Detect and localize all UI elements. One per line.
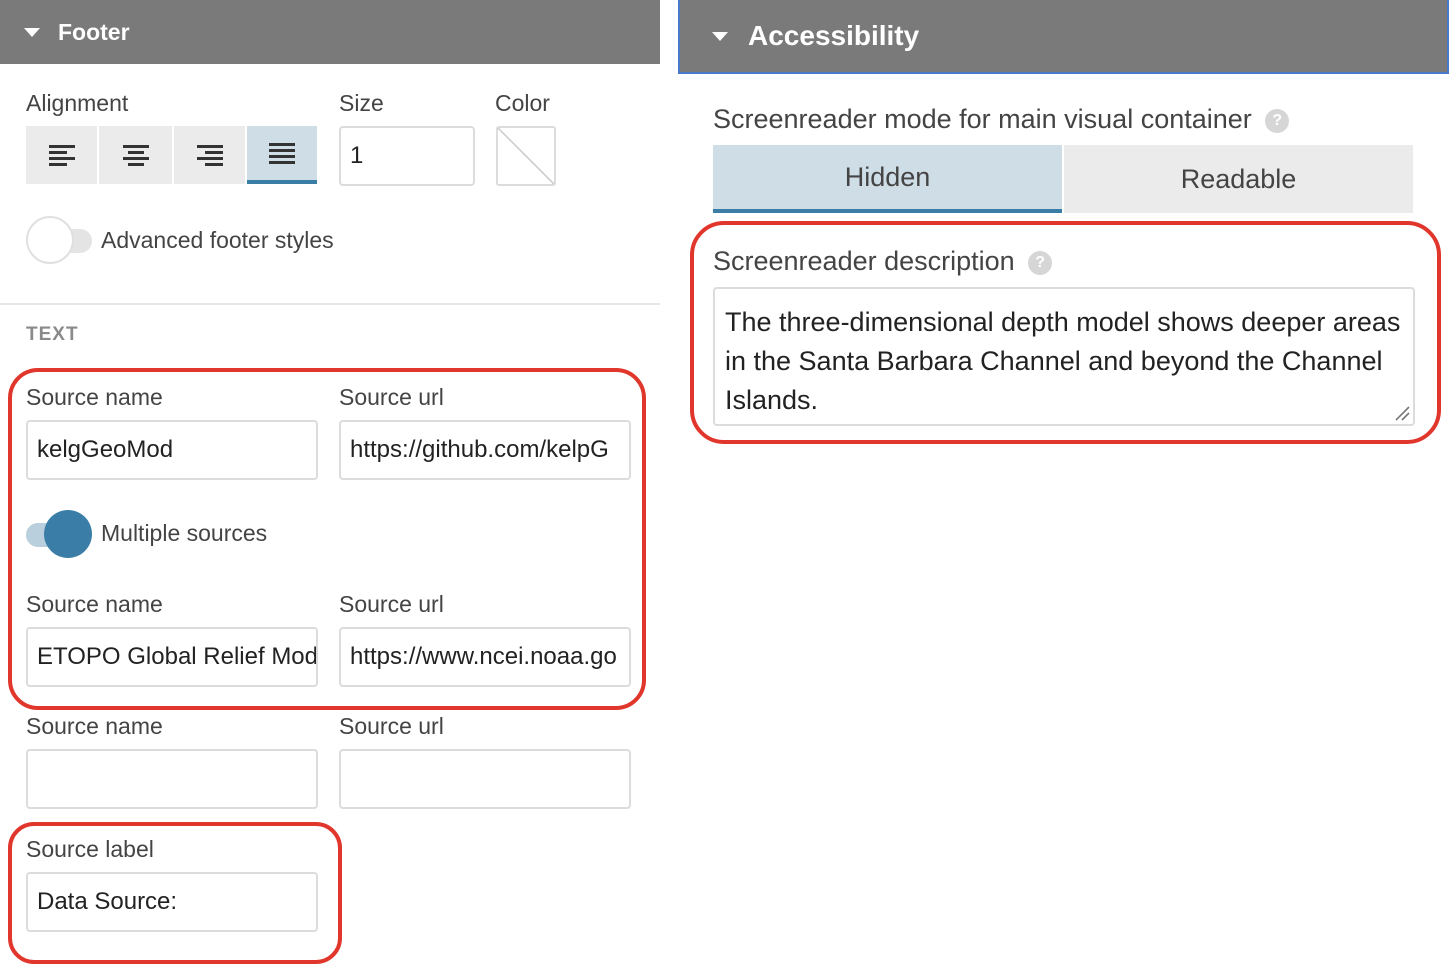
align-right-button[interactable] bbox=[174, 126, 245, 184]
screenreader-mode-toggle: Hidden Readable bbox=[713, 145, 1413, 213]
color-swatch[interactable] bbox=[496, 126, 556, 186]
alignment-button-group bbox=[26, 126, 317, 184]
advanced-footer-label: Advanced footer styles bbox=[101, 227, 334, 253]
mode-option-readable[interactable]: Readable bbox=[1064, 145, 1413, 213]
size-label: Size bbox=[339, 90, 384, 116]
mode-option-hidden[interactable]: Hidden bbox=[713, 145, 1062, 213]
align-center-icon bbox=[122, 144, 149, 166]
highlight-box-source-label bbox=[8, 822, 342, 964]
screenreader-mode-text: Screenreader mode for main visual contai… bbox=[713, 104, 1252, 134]
collapse-caret-icon bbox=[24, 27, 40, 37]
source-url-label: Source url bbox=[339, 713, 444, 739]
source-name-label: Source name bbox=[26, 713, 163, 739]
align-justify-button[interactable] bbox=[247, 126, 317, 184]
color-label: Color bbox=[495, 90, 550, 116]
footer-panel-title: Footer bbox=[58, 18, 130, 45]
footer-panel-header[interactable]: Footer bbox=[0, 0, 660, 64]
toggle-knob bbox=[26, 216, 74, 264]
section-divider bbox=[0, 303, 660, 305]
advanced-footer-toggle[interactable] bbox=[26, 216, 94, 266]
size-input[interactable]: 1 bbox=[339, 126, 475, 186]
alignment-label: Alignment bbox=[26, 90, 129, 116]
accessibility-panel-header[interactable]: Accessibility bbox=[678, 0, 1449, 74]
collapse-caret-icon bbox=[712, 31, 728, 41]
source-url-input[interactable] bbox=[339, 749, 631, 809]
align-center-button[interactable] bbox=[99, 126, 172, 184]
highlight-box-description bbox=[690, 221, 1441, 444]
align-left-icon bbox=[48, 144, 75, 166]
accessibility-panel-title: Accessibility bbox=[748, 20, 920, 51]
screenreader-mode-label: Screenreader mode for main visual contai… bbox=[713, 104, 1290, 135]
align-left-button[interactable] bbox=[26, 126, 97, 184]
no-color-icon bbox=[497, 127, 555, 185]
align-right-icon bbox=[196, 144, 223, 166]
highlight-box-sources bbox=[8, 368, 646, 710]
text-section-heading: TEXT bbox=[26, 324, 79, 345]
align-justify-icon bbox=[269, 142, 295, 164]
source-name-input[interactable] bbox=[26, 749, 318, 809]
help-icon[interactable]: ? bbox=[1265, 108, 1290, 133]
